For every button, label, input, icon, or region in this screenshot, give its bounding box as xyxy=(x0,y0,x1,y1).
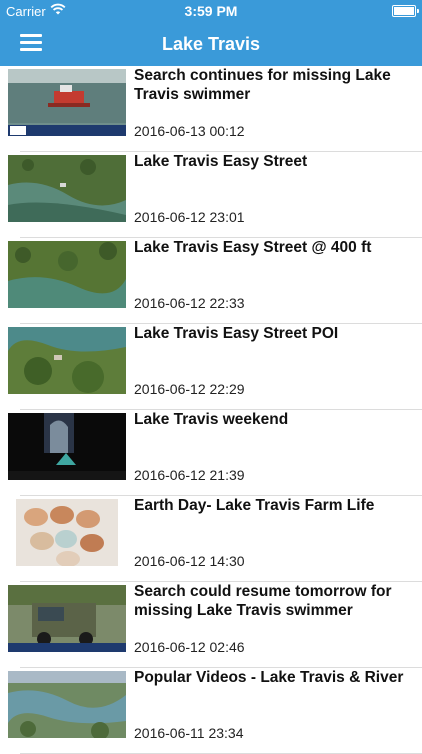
video-thumbnail xyxy=(8,585,126,652)
list-item[interactable]: Lake Travis Easy Street POI 2016-06-12 2… xyxy=(0,324,422,410)
list-item[interactable]: Lake Travis weekend 2016-06-12 21:39 xyxy=(0,410,422,496)
video-title: Lake Travis Easy Street POI xyxy=(134,325,339,342)
video-thumbnail xyxy=(8,413,126,480)
video-thumbnail xyxy=(8,671,126,738)
video-thumbnail xyxy=(8,499,126,566)
video-thumbnail xyxy=(8,69,126,136)
video-date: 2016-06-12 14:30 xyxy=(134,553,245,569)
page-title: Lake Travis xyxy=(161,34,261,54)
list-item[interactable]: Lake Travis Easy Street @ 400 ft 2016-06… xyxy=(0,238,422,324)
video-title: Search could resume tomorrow for missing… xyxy=(134,583,392,619)
nav-bar: Lake Travis xyxy=(0,22,422,66)
status-bar: Carrier 3:59 PM xyxy=(0,0,422,22)
video-date: 2016-06-11 23:34 xyxy=(134,725,244,741)
video-date: 2016-06-12 22:29 xyxy=(134,381,245,397)
list-item[interactable]: Search could resume tomorrow for missing… xyxy=(0,582,422,668)
video-thumbnail xyxy=(8,155,126,222)
list-item[interactable]: Search continues for missing Lake Travis… xyxy=(0,66,422,152)
video-thumbnail xyxy=(8,327,126,394)
battery-icon xyxy=(392,5,419,17)
video-date: 2016-06-12 23:01 xyxy=(134,209,245,225)
status-time: 3:59 PM xyxy=(184,3,238,19)
video-title: Lake Travis Easy Street xyxy=(134,153,308,170)
list-item[interactable]: Earth Day- Lake Travis Farm Life 2016-06… xyxy=(0,496,422,582)
video-date: 2016-06-13 00:12 xyxy=(134,123,245,139)
list-item[interactable]: Lake Travis Easy Street 2016-06-12 23:01 xyxy=(0,152,422,238)
video-date: 2016-06-12 21:39 xyxy=(134,467,245,483)
video-title: Earth Day- Lake Travis Farm Life xyxy=(134,497,375,514)
list-item[interactable]: Popular Videos - Lake Travis & River 201… xyxy=(0,668,422,754)
video-title: Search continues for missing Lake Travis… xyxy=(134,67,391,103)
video-date: 2016-06-12 02:46 xyxy=(134,639,245,655)
video-thumbnail xyxy=(8,241,126,308)
video-title: Lake Travis weekend xyxy=(134,411,289,428)
video-date: 2016-06-12 22:33 xyxy=(134,295,245,311)
video-title: Lake Travis Easy Street @ 400 ft xyxy=(134,239,372,256)
video-title: Popular Videos - Lake Travis & River xyxy=(134,669,404,686)
